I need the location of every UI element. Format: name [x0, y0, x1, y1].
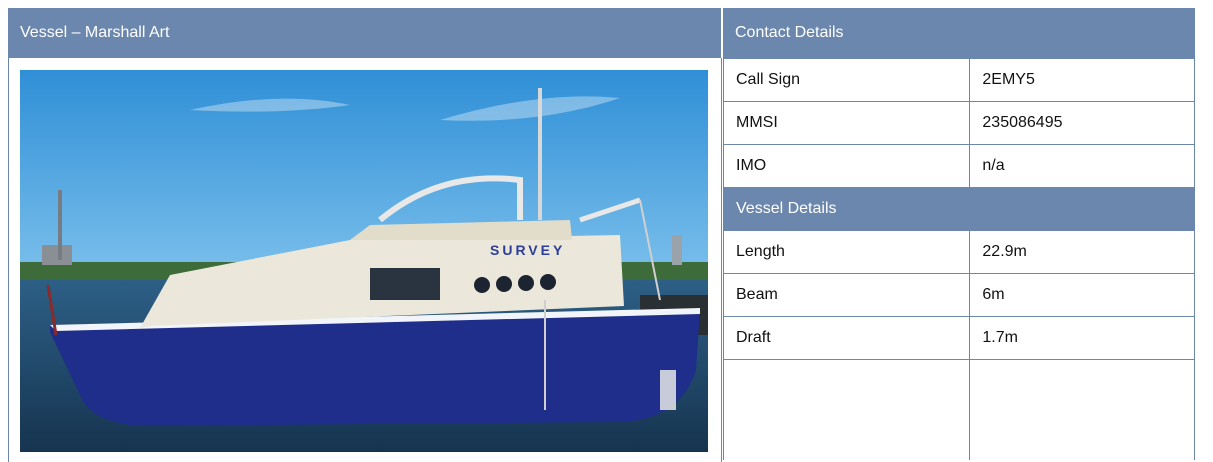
beam-label: Beam: [722, 273, 971, 317]
table-row: Beam 6m: [722, 273, 1195, 317]
distant-building: [42, 245, 72, 265]
distant-tower: [672, 235, 682, 265]
porthole: [518, 275, 534, 291]
cabin-window: [370, 268, 440, 300]
empty-cell: [722, 359, 971, 460]
vessel-photo-graphic: SURVEY: [20, 70, 708, 452]
length-label: Length: [722, 230, 971, 274]
mmsi-value: 235086495: [969, 101, 1195, 145]
draft-label: Draft: [722, 316, 971, 360]
imo-value: n/a: [969, 144, 1195, 188]
mmsi-label: MMSI: [722, 101, 971, 145]
table-row: IMO n/a: [722, 144, 1195, 188]
empty-cell: [969, 359, 1195, 460]
beam-value: 6m: [969, 273, 1195, 317]
imo-label: IMO: [722, 144, 971, 188]
table-row-empty: [722, 359, 1195, 460]
porthole: [474, 277, 490, 293]
vessel-photo-panel: SURVEY: [8, 58, 722, 462]
hull-stripes: [660, 370, 676, 410]
draft-value: 1.7m: [969, 316, 1195, 360]
contact-details-header: Contact Details: [723, 8, 1195, 58]
hull-lettering: SURVEY: [490, 242, 565, 258]
call-sign-label: Call Sign: [722, 58, 971, 102]
vessel-photo: SURVEY: [20, 70, 708, 452]
table-row: Draft 1.7m: [722, 316, 1195, 360]
vessel-details-header-row: Vessel Details: [723, 187, 1195, 231]
porthole: [540, 274, 556, 290]
table-row: MMSI 235086495: [722, 101, 1195, 145]
chimney: [58, 190, 62, 260]
table-row: Call Sign 2EMY5: [722, 58, 1195, 102]
length-value: 22.9m: [969, 230, 1195, 274]
porthole: [496, 276, 512, 292]
vessel-title: Vessel – Marshall Art: [8, 8, 722, 58]
table-row: Length 22.9m: [722, 230, 1195, 274]
vessel-details-header: Vessel Details: [723, 187, 1195, 231]
vessel-sheet: Vessel – Marshall Art Contact Details SU…: [0, 0, 1213, 462]
details-table: Call Sign 2EMY5 MMSI 235086495 IMO n/a V…: [722, 58, 1195, 460]
call-sign-value: 2EMY5: [969, 58, 1195, 102]
